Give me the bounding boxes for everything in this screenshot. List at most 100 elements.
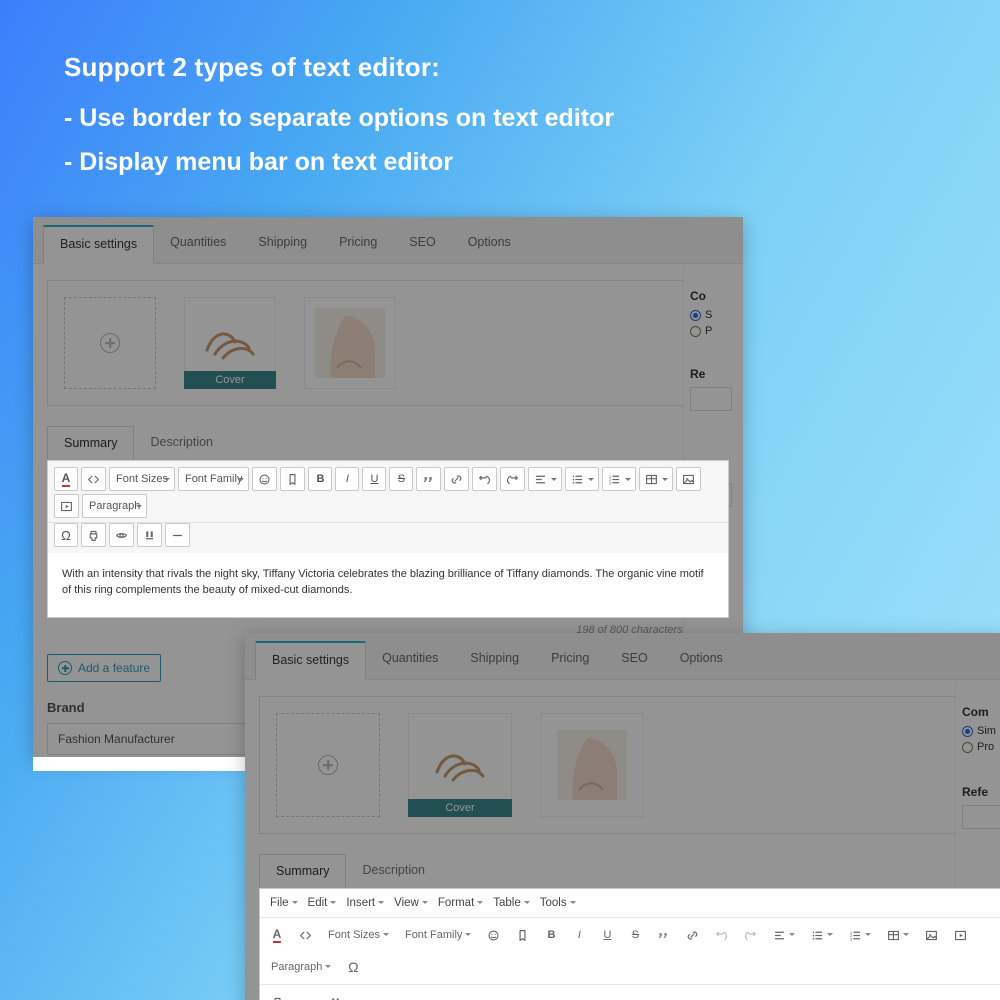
emoji-button[interactable] bbox=[252, 467, 277, 491]
bullet-list-button[interactable] bbox=[808, 924, 836, 946]
menu-file[interactable]: File bbox=[266, 893, 302, 913]
align-button[interactable] bbox=[528, 467, 562, 491]
text-color-button[interactable]: A bbox=[268, 924, 286, 946]
blockquote-button[interactable] bbox=[416, 467, 441, 491]
align-button[interactable] bbox=[770, 924, 798, 946]
print-button[interactable] bbox=[81, 523, 106, 547]
redo-button[interactable] bbox=[741, 924, 760, 946]
tab-seo[interactable]: SEO bbox=[605, 641, 663, 680]
radio-simple[interactable]: S bbox=[690, 309, 743, 321]
menu-format[interactable]: Format bbox=[434, 893, 487, 913]
link-button[interactable] bbox=[444, 467, 469, 491]
table-button[interactable] bbox=[639, 467, 673, 491]
undo-button[interactable] bbox=[472, 467, 497, 491]
special-char-button[interactable]: Ω bbox=[344, 956, 362, 978]
menu-table[interactable]: Table bbox=[489, 893, 534, 913]
tab-options[interactable]: Options bbox=[452, 225, 527, 264]
strikethrough-button[interactable]: S bbox=[626, 924, 644, 946]
paragraph-select[interactable]: Paragraph bbox=[268, 956, 334, 978]
italic-button[interactable]: I bbox=[570, 924, 588, 946]
image-button[interactable] bbox=[676, 467, 701, 491]
add-image-button[interactable] bbox=[276, 713, 380, 817]
find-replace-button[interactable] bbox=[326, 991, 345, 1000]
undo-button[interactable] bbox=[712, 924, 731, 946]
add-feature-label: Add a feature bbox=[78, 661, 150, 675]
plus-icon bbox=[318, 755, 338, 775]
tab-shipping[interactable]: Shipping bbox=[242, 225, 323, 264]
text-color-button[interactable]: A bbox=[54, 467, 78, 491]
print-button[interactable] bbox=[268, 991, 287, 1000]
reference-input[interactable] bbox=[690, 387, 732, 411]
numbered-list-button[interactable]: 123 bbox=[846, 924, 874, 946]
toolbar-row-2: Ω bbox=[48, 523, 728, 553]
source-code-button[interactable] bbox=[296, 924, 315, 946]
link-button[interactable] bbox=[683, 924, 702, 946]
media-button[interactable] bbox=[54, 494, 79, 518]
tab-options[interactable]: Options bbox=[664, 641, 739, 680]
radio-product-2[interactable]: Pro bbox=[962, 741, 1000, 753]
font-size-select[interactable]: Font Sizes bbox=[325, 924, 392, 946]
bold-button[interactable]: B bbox=[542, 924, 560, 946]
bookmark-button[interactable] bbox=[280, 467, 305, 491]
source-code-button[interactable] bbox=[81, 467, 106, 491]
preview-button[interactable] bbox=[109, 523, 134, 547]
sub-line-1: - Use border to separate options on text… bbox=[64, 104, 614, 133]
font-size-select[interactable]: Font Sizes bbox=[109, 467, 175, 491]
font-family-select[interactable]: Font Family bbox=[402, 924, 474, 946]
numbered-list-button[interactable]: 123 bbox=[602, 467, 636, 491]
toolbar-flat-row-2 bbox=[260, 985, 1000, 1000]
plus-icon bbox=[100, 333, 120, 353]
add-image-button[interactable] bbox=[64, 297, 156, 389]
underline-button[interactable]: U bbox=[598, 924, 616, 946]
add-feature-button[interactable]: Add a feature bbox=[47, 654, 161, 682]
subtab-description[interactable]: Description bbox=[134, 426, 229, 460]
tab-pricing[interactable]: Pricing bbox=[535, 641, 605, 680]
subtab-description[interactable]: Description bbox=[346, 854, 441, 888]
thumbnail-2[interactable] bbox=[304, 297, 396, 389]
underline-button[interactable]: U bbox=[362, 467, 386, 491]
hr-button[interactable] bbox=[165, 523, 190, 547]
tab-quantities[interactable]: Quantities bbox=[154, 225, 242, 264]
hr-button[interactable] bbox=[355, 991, 374, 1000]
bold-button[interactable]: B bbox=[308, 467, 332, 491]
tab-quantities[interactable]: Quantities bbox=[366, 641, 454, 680]
image-row-2: Cover bbox=[259, 696, 1000, 834]
radio-product[interactable]: P bbox=[690, 325, 743, 337]
blockquote-button[interactable] bbox=[654, 924, 673, 946]
italic-button[interactable]: I bbox=[335, 467, 359, 491]
menu-bar: File Edit Insert View Format Table Tools bbox=[260, 889, 1000, 918]
find-replace-button[interactable] bbox=[137, 523, 162, 547]
font-family-select[interactable]: Font Family bbox=[178, 467, 249, 491]
media-button[interactable] bbox=[951, 924, 970, 946]
bullet-list-button[interactable] bbox=[565, 467, 599, 491]
thumbnail-cover-2[interactable]: Cover bbox=[408, 713, 512, 817]
thumbnail-2b[interactable] bbox=[540, 713, 644, 817]
menu-insert[interactable]: Insert bbox=[342, 893, 388, 913]
tab-shipping[interactable]: Shipping bbox=[454, 641, 535, 680]
menu-view[interactable]: View bbox=[390, 893, 432, 913]
content-area-2: Cover Summary Description 🗐 File Edit In… bbox=[245, 679, 1000, 1000]
paragraph-select[interactable]: Paragraph bbox=[82, 494, 147, 518]
preview-button[interactable] bbox=[297, 991, 316, 1000]
editor-content[interactable]: With an intensity that rivals the night … bbox=[48, 553, 728, 617]
table-button[interactable] bbox=[884, 924, 912, 946]
menu-edit[interactable]: Edit bbox=[304, 893, 341, 913]
tab-pricing[interactable]: Pricing bbox=[323, 225, 393, 264]
redo-button[interactable] bbox=[500, 467, 525, 491]
panel-menubar-editor: Basic settings Quantities Shipping Prici… bbox=[245, 633, 1000, 1000]
strikethrough-button[interactable]: S bbox=[389, 467, 413, 491]
radio-simple-2[interactable]: Sim bbox=[962, 725, 1000, 737]
headline: Support 2 types of text editor: bbox=[64, 52, 440, 83]
menu-tools[interactable]: Tools bbox=[536, 893, 580, 913]
subtab-summary[interactable]: Summary bbox=[259, 854, 346, 888]
emoji-button[interactable] bbox=[484, 924, 503, 946]
special-char-button[interactable]: Ω bbox=[54, 523, 78, 547]
image-button[interactable] bbox=[922, 924, 941, 946]
tab-basic-settings[interactable]: Basic settings bbox=[43, 225, 154, 264]
thumbnail-cover[interactable]: Cover bbox=[184, 297, 276, 389]
reference-input-2[interactable] bbox=[962, 805, 1000, 829]
bookmark-button[interactable] bbox=[513, 924, 532, 946]
tab-basic-settings[interactable]: Basic settings bbox=[255, 641, 366, 680]
tab-seo[interactable]: SEO bbox=[393, 225, 451, 264]
subtab-summary[interactable]: Summary bbox=[47, 426, 134, 460]
